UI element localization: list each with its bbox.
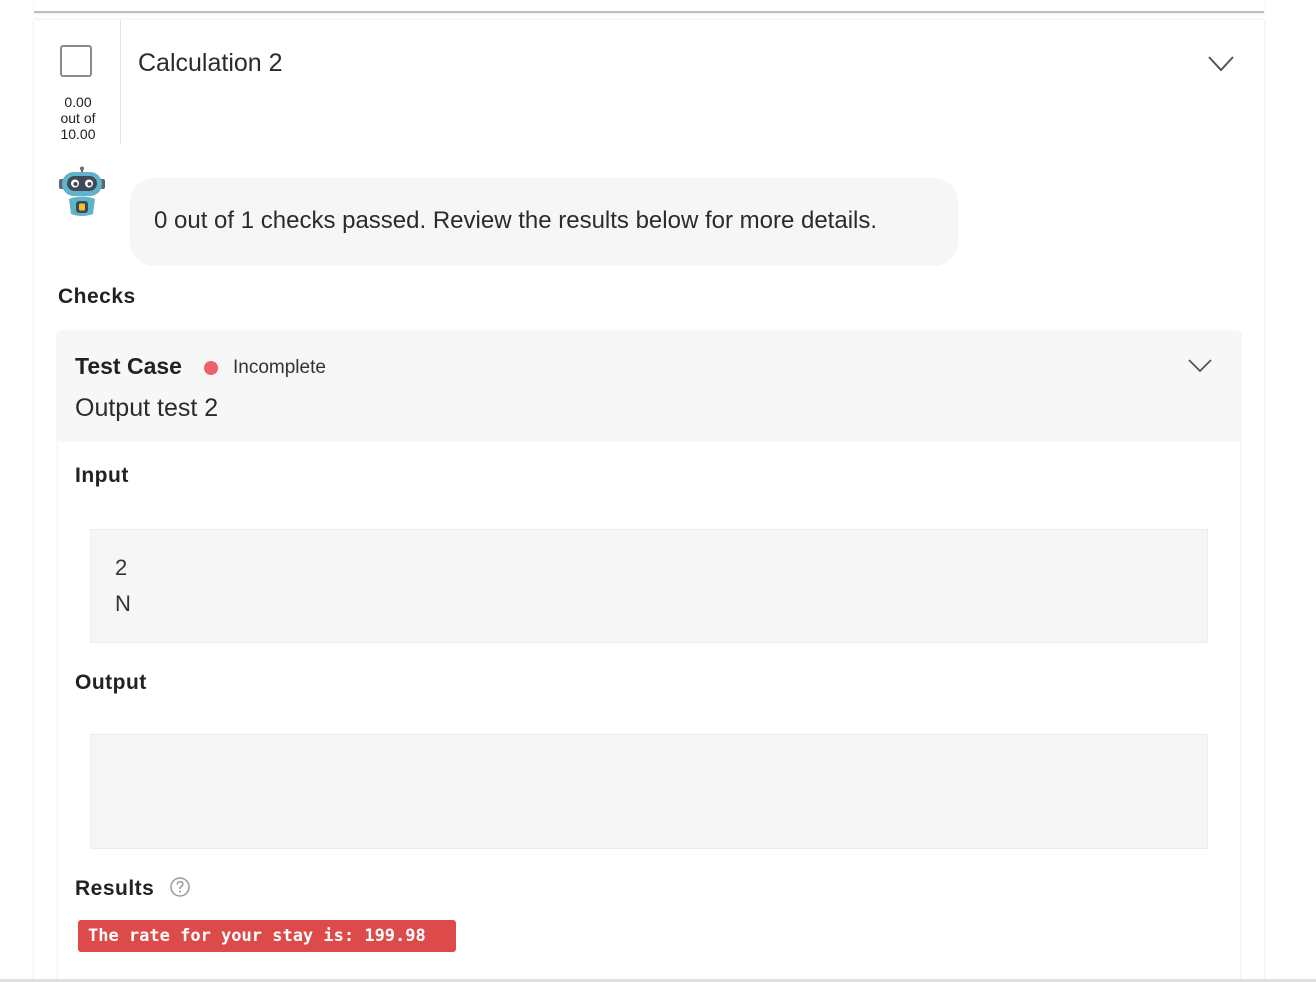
test-case-panel: Test Case Incomplete Output test 2 Input… — [58, 332, 1240, 982]
test-case-name: Output test 2 — [75, 394, 219, 422]
score-separator: out of — [60, 110, 96, 126]
feedback-bubble: 0 out of 1 checks passed. Review the res… — [130, 178, 958, 266]
chevron-down-icon[interactable] — [1208, 56, 1234, 72]
results-heading: Results — [75, 877, 155, 900]
help-circle-icon[interactable] — [170, 877, 190, 897]
feedback-message: 0 out of 1 checks passed. Review the res… — [154, 207, 878, 234]
input-line: 2 — [115, 555, 128, 580]
input-heading: Input — [75, 464, 129, 487]
result-text: The rate for your stay is: 199.98 — [88, 926, 426, 946]
result-output-badge: The rate for your stay is: 199.98 — [78, 920, 456, 952]
test-case-type: Test Case — [75, 353, 182, 379]
status-badge: Incomplete — [233, 357, 326, 378]
input-box: 2 N — [90, 529, 1208, 643]
question-title: Calculation 2 — [138, 49, 283, 77]
checks-heading: Checks — [58, 285, 136, 308]
status-dot — [204, 361, 218, 375]
previous-question-card — [34, 0, 1264, 13]
output-box — [90, 734, 1208, 849]
score-column: 0.00 out of 10.00 — [34, 20, 121, 144]
score-value: 0.00 — [64, 94, 92, 110]
score-total: 10.00 — [60, 126, 96, 142]
score-display: 0.00 out of 10.00 — [48, 94, 108, 142]
question-card: 0.00 out of 10.00 Calculation 2 0 out of… — [34, 20, 1264, 982]
robot-icon — [59, 166, 105, 216]
output-heading: Output — [75, 671, 147, 694]
input-line: N — [115, 591, 131, 616]
test-case-header[interactable]: Test Case Incomplete Output test 2 — [58, 332, 1240, 442]
chevron-down-icon[interactable] — [1188, 359, 1212, 373]
question-checkbox[interactable] — [60, 45, 92, 77]
